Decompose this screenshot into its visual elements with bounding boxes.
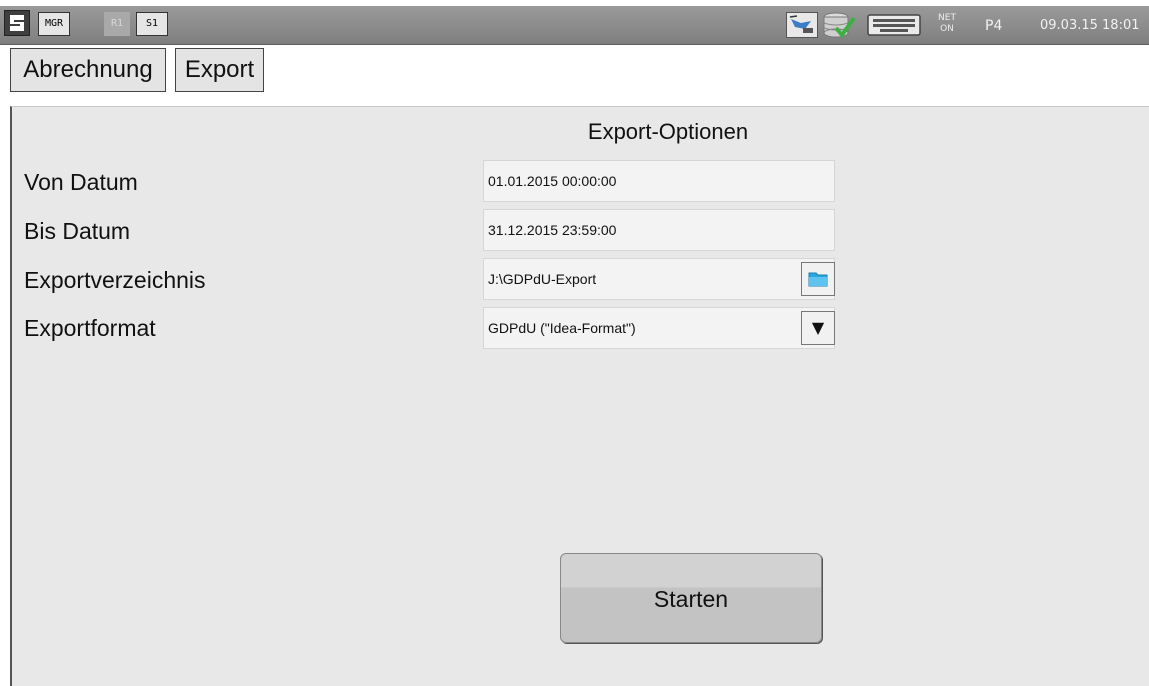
status-bar: MGR R1 S1 NET ON P4 09.03.15 18:01 [0,6,1149,45]
keyboard-icon[interactable] [866,12,922,38]
export-format-label: Exportformat [24,315,156,341]
network-printer-icon[interactable] [786,12,818,38]
database-check-icon[interactable] [822,12,856,39]
net-label: NET [938,13,956,23]
app-logo-icon[interactable] [4,10,30,36]
mode-s1-button[interactable]: S1 [136,12,168,36]
to-date-input[interactable]: 31.12.2015 23:59:00 [483,209,835,251]
panel-title: Export-Optionen [587,119,749,144]
tab-export[interactable]: Export [175,48,264,92]
network-status: NET ON [935,13,959,35]
export-directory-label: Exportverzeichnis [24,267,206,293]
net-state: ON [940,24,954,34]
clock: 09.03.15 18:01 [1040,18,1140,33]
folder-icon[interactable] [801,262,835,296]
to-date-label: Bis Datum [24,218,131,244]
export-format-select[interactable]: GDPdU ("Idea-Format") [483,307,835,349]
mode-mgr-button[interactable]: MGR [38,12,70,36]
start-button[interactable]: Starten [560,553,822,643]
from-date-label: Von Datum [24,169,138,195]
export-options-panel: Export-Optionen Von Datum 01.01.2015 00:… [10,106,1149,686]
tab-abrechnung[interactable]: Abrechnung [10,48,166,92]
profile-indicator: P4 [985,18,1003,34]
dropdown-arrow-icon[interactable]: ▼ [801,311,835,345]
export-directory-input[interactable]: J:\GDPdU-Export [483,258,835,300]
from-date-input[interactable]: 01.01.2015 00:00:00 [483,160,835,202]
mode-r1-button[interactable]: R1 [104,12,130,36]
